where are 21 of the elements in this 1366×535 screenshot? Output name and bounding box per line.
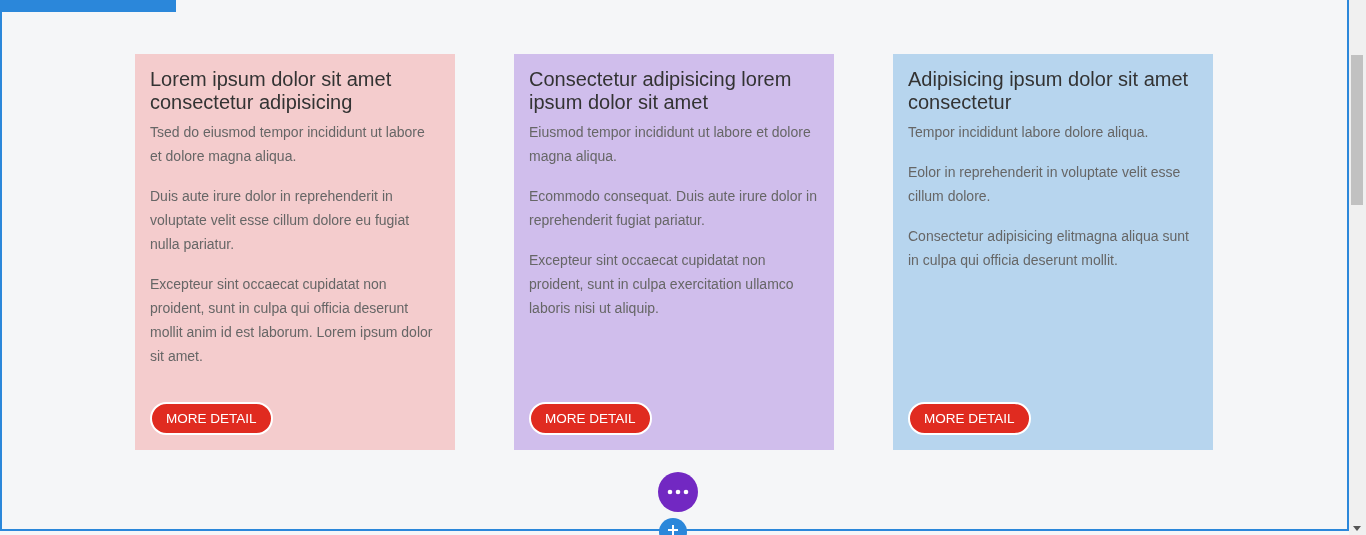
card-text: Ecommodo consequat. Duis aute irure dolor in reprehenderit fugiat pariatur.: [529, 187, 818, 230]
more-detail-button[interactable]: MORE DETAIL: [150, 402, 273, 435]
card-text: Excepteur sint occaecat cupidatat non proident, sunt in culpa exercitation ullamco laboris nisi ut aliquip.: [529, 251, 795, 318]
card-text: Eolor in reprehenderit in voluptate velit esse cillum dolore.: [908, 163, 1182, 206]
card-text: Consectetur adipisicing elitmagna aliqua sunt in culpa qui officia deserunt mollit.: [908, 227, 1190, 270]
more-detail-button[interactable]: MORE DETAIL: [908, 402, 1031, 435]
more-detail-button[interactable]: MORE DETAIL: [529, 402, 652, 435]
card-text: Tempor incididunt labore dolore aliqua.: [908, 123, 1150, 142]
card-title: Consectetur adipisicing lorem ipsum dolor sit amet: [529, 68, 793, 114]
more-icon: [666, 489, 689, 495]
card-title: Lorem ipsum dolor sit amet consectetur adipisicing: [150, 68, 393, 114]
card-text: Tsed do eiusmod tempor incididunt ut labore et dolore magna aliqua.: [150, 123, 426, 166]
scrollbar[interactable]: [1349, 0, 1366, 535]
plus-icon: [668, 525, 678, 535]
card-text: Excepteur sint occaecat cupidatat non proident, sunt in culpa qui officia deserunt mollit anim id est laborum. Lorem ipsum dolor sit amet.: [150, 275, 434, 366]
card-text: Duis aute irure dolor in reprehenderit in voluptate velit esse cillum dolore eu fugiat nulla pariatur.: [150, 187, 411, 254]
scrollbar-thumb[interactable]: [1351, 55, 1363, 205]
card-title: Adipisicing ipsum dolor sit amet consectetur: [908, 68, 1190, 114]
scroll-down-icon[interactable]: [1353, 526, 1361, 531]
more-options-button[interactable]: [657, 472, 698, 512]
card-text: Eiusmod tempor incididunt ut labore et dolore magna aliqua.: [529, 123, 812, 166]
